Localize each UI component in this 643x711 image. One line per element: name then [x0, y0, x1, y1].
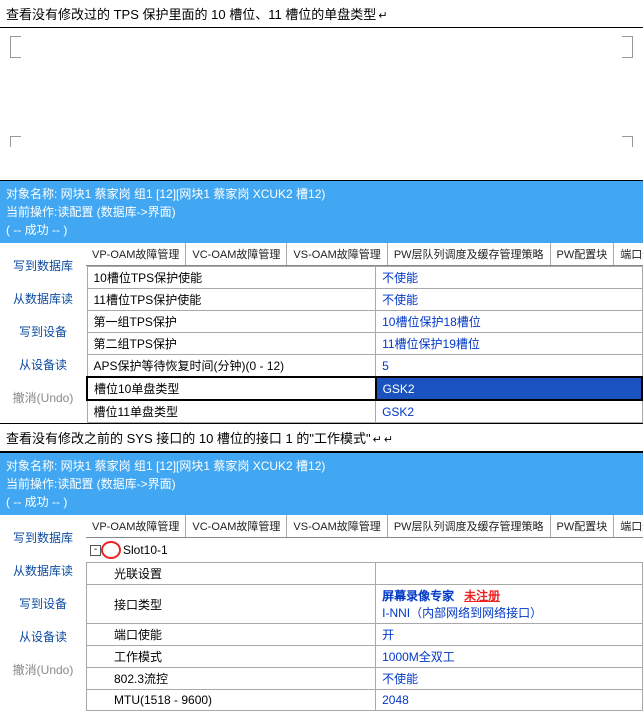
table-row[interactable]: APS保护等待恢复时间(分钟)(0 - 12)5 [87, 355, 642, 378]
table-row[interactable]: 槽位11单盘类型GSK2 [87, 400, 642, 423]
return-icon: ↵ [384, 434, 393, 446]
undo-button[interactable]: 撤消(Undo) [0, 653, 86, 686]
caption-1: 查看没有修改过的 TPS 保护里面的 10 槽位、11 槽位的单盘类型↵ [0, 0, 643, 28]
return-icon: ↵ [378, 10, 387, 22]
prop-key: APS保护等待恢复时间(分钟)(0 - 12) [87, 355, 376, 378]
table-row[interactable]: 工作模式1000M全双工 [87, 646, 643, 668]
prop-value[interactable]: GSK2 [376, 400, 642, 423]
prop-value[interactable] [376, 563, 643, 585]
return-icon: ↵ [373, 434, 382, 446]
prop-key: 11槽位TPS保护使能 [87, 289, 376, 311]
prop-value[interactable]: 不使能 [376, 668, 643, 690]
tree-root[interactable]: - Slot10-1 [86, 538, 643, 562]
action-sidebar: 写到数据库 从数据库读 写到设备 从设备读 撤消(Undo) [0, 243, 86, 423]
object-name-line: 对象名称: 网块1 蔡家岗 组1 [12][网块1 蔡家岗 XCUK2 槽12) [6, 185, 637, 203]
table-row[interactable]: 端口使能开 [87, 624, 643, 646]
panel-header: 对象名称: 网块1 蔡家岗 组1 [12][网块1 蔡家岗 XCUK2 槽12)… [0, 453, 643, 515]
watermark-annotation: 屏幕录像专家 未注册 [382, 587, 636, 604]
tree-root-label: Slot10-1 [123, 543, 168, 557]
tab-0[interactable]: VP-OAM故障管理 [86, 515, 186, 537]
undo-button[interactable]: 撤消(Undo) [0, 381, 86, 414]
prop-key: 端口使能 [87, 624, 376, 646]
tab-1[interactable]: VC-OAM故障管理 [186, 515, 287, 537]
current-op-line: 当前操作:读配置 (数据库->界面) [6, 203, 637, 221]
prop-value[interactable]: 不使能 [376, 267, 642, 289]
prop-value[interactable]: GSK2 [376, 377, 642, 400]
prop-key: 10槽位TPS保护使能 [87, 267, 376, 289]
tab-3[interactable]: PW层队列调度及缓存管理策略 [388, 243, 551, 265]
prop-key: 槽位11单盘类型 [87, 400, 376, 423]
write-db-button[interactable]: 写到数据库 [0, 521, 86, 554]
panel-header: 对象名称: 网块1 蔡家岗 组1 [12][网块1 蔡家岗 XCUK2 槽12)… [0, 181, 643, 243]
caption-1-text: 查看没有修改过的 TPS 保护里面的 10 槽位、11 槽位的单盘类型 [6, 7, 376, 22]
write-device-button[interactable]: 写到设备 [0, 587, 86, 620]
table-row[interactable]: 光联设置 [87, 563, 643, 585]
image-placeholder-1 [0, 28, 643, 100]
prop-key: 槽位10单盘类型 [87, 377, 376, 400]
tab-1[interactable]: VC-OAM故障管理 [186, 243, 287, 265]
prop-key: 第二组TPS保护 [87, 333, 376, 355]
status-line: ( -- 成功 -- ) [6, 221, 637, 239]
image-placeholder-2 [0, 100, 643, 180]
tab-5[interactable]: 端口聚合 [614, 515, 643, 537]
prop-value[interactable]: 不使能 [376, 289, 642, 311]
tab-5[interactable]: 端口聚合 [614, 243, 643, 265]
table-row[interactable]: 第二组TPS保护11槽位保护19槽位 [87, 333, 642, 355]
read-device-button[interactable]: 从设备读 [0, 620, 86, 653]
highlight-circle-icon [101, 541, 121, 559]
read-db-button[interactable]: 从数据库读 [0, 282, 86, 315]
prop-key: 802.3流控 [87, 668, 376, 690]
prop-value[interactable]: 2048 [376, 690, 643, 711]
property-grid[interactable]: 10槽位TPS保护使能不使能11槽位TPS保护使能不使能第一组TPS保护10槽位… [86, 266, 643, 423]
write-db-button[interactable]: 写到数据库 [0, 249, 86, 282]
table-row[interactable]: 10槽位TPS保护使能不使能 [87, 267, 642, 289]
table-row[interactable]: 802.3流控不使能 [87, 668, 643, 690]
table-row[interactable]: MTU(1518 - 9600)2048 [87, 690, 643, 711]
read-device-button[interactable]: 从设备读 [0, 348, 86, 381]
prop-value[interactable]: 10槽位保护18槽位 [376, 311, 642, 333]
caption-2-text: 查看没有修改之前的 SYS 接口的 10 槽位的接口 1 的"工作模式" [6, 431, 371, 446]
prop-value[interactable]: 开 [376, 624, 643, 646]
config-panel-tps: 对象名称: 网块1 蔡家岗 组1 [12][网块1 蔡家岗 XCUK2 槽12)… [0, 180, 643, 423]
collapse-icon[interactable]: - [90, 545, 101, 556]
action-sidebar: 写到数据库 从数据库读 写到设备 从设备读 撤消(Undo) [0, 515, 86, 711]
status-line: ( -- 成功 -- ) [6, 493, 637, 511]
tab-4[interactable]: PW配置块 [551, 243, 615, 265]
tab-2[interactable]: VS-OAM故障管理 [287, 243, 387, 265]
tab-4[interactable]: PW配置块 [551, 515, 615, 537]
current-op-line: 当前操作:读配置 (数据库->界面) [6, 475, 637, 493]
tab-2[interactable]: VS-OAM故障管理 [287, 515, 387, 537]
table-row[interactable]: 11槽位TPS保护使能不使能 [87, 289, 642, 311]
config-panel-sys: 对象名称: 网块1 蔡家岗 组1 [12][网块1 蔡家岗 XCUK2 槽12)… [0, 452, 643, 711]
table-row[interactable]: 槽位10单盘类型GSK2 [87, 377, 642, 400]
table-row[interactable]: 第一组TPS保护10槽位保护18槽位 [87, 311, 642, 333]
prop-value[interactable]: 5 [376, 355, 642, 378]
tab-bar: VP-OAM故障管理VC-OAM故障管理VS-OAM故障管理PW层队列调度及缓存… [86, 243, 643, 266]
prop-key: 工作模式 [87, 646, 376, 668]
prop-key: 光联设置 [87, 563, 376, 585]
tab-bar: VP-OAM故障管理VC-OAM故障管理VS-OAM故障管理PW层队列调度及缓存… [86, 515, 643, 538]
caption-2: 查看没有修改之前的 SYS 接口的 10 槽位的接口 1 的"工作模式"↵↵ [0, 423, 643, 452]
read-db-button[interactable]: 从数据库读 [0, 554, 86, 587]
prop-value[interactable]: 1000M全双工 [376, 646, 643, 668]
table-row[interactable]: 接口类型屏幕录像专家 未注册I-NNI（内部网络到网络接口） [87, 585, 643, 624]
prop-value[interactable]: 11槽位保护19槽位 [376, 333, 642, 355]
write-device-button[interactable]: 写到设备 [0, 315, 86, 348]
prop-key: MTU(1518 - 9600) [87, 690, 376, 711]
object-name-line: 对象名称: 网块1 蔡家岗 组1 [12][网块1 蔡家岗 XCUK2 槽12) [6, 457, 637, 475]
tab-3[interactable]: PW层队列调度及缓存管理策略 [388, 515, 551, 537]
tab-0[interactable]: VP-OAM故障管理 [86, 243, 186, 265]
prop-value[interactable]: 屏幕录像专家 未注册I-NNI（内部网络到网络接口） [376, 585, 643, 624]
prop-key: 接口类型 [87, 585, 376, 624]
prop-key: 第一组TPS保护 [87, 311, 376, 333]
property-grid[interactable]: 光联设置接口类型屏幕录像专家 未注册I-NNI（内部网络到网络接口）端口使能开工… [86, 562, 643, 711]
